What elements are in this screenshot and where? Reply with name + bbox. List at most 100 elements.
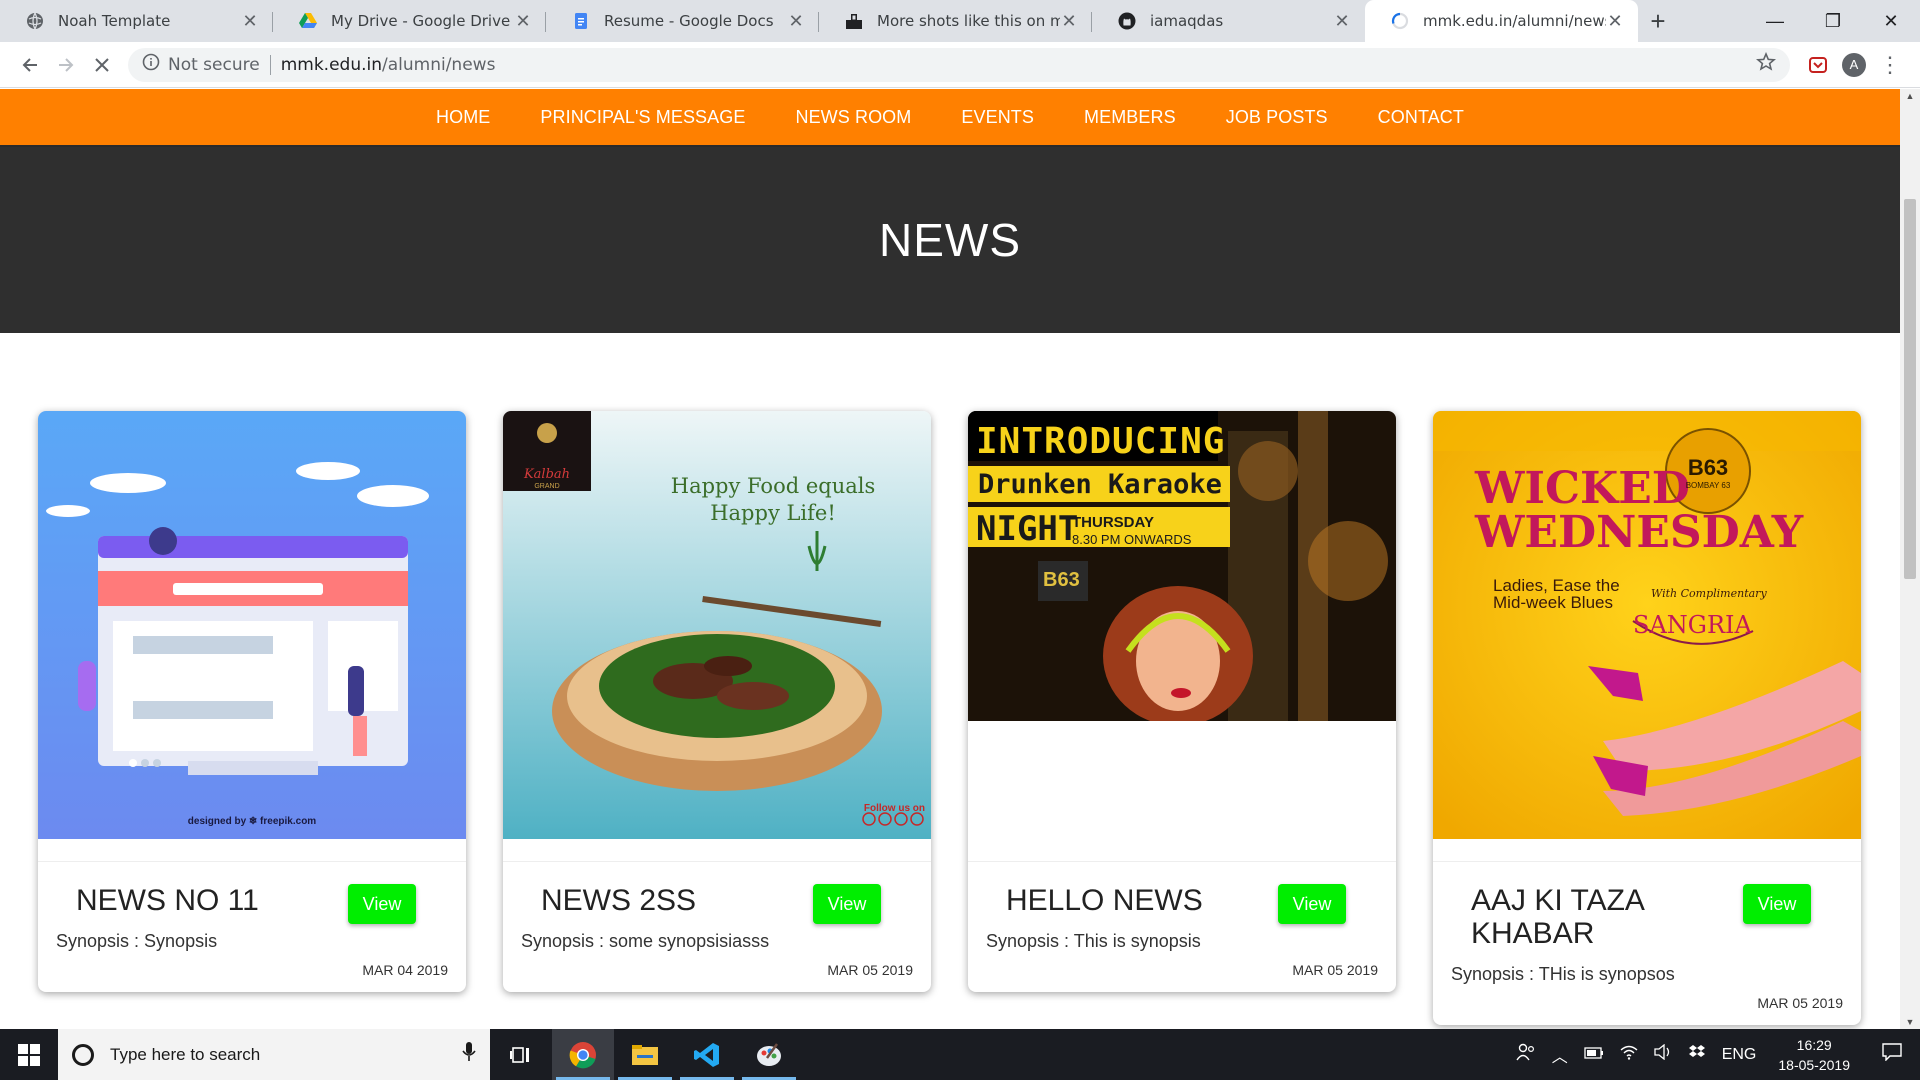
brand-name: Kalbah <box>523 467 571 482</box>
scroll-down-icon[interactable]: ▼ <box>1900 1017 1920 1027</box>
dropbox-icon[interactable] <box>1680 1044 1714 1065</box>
url-host: mmk.edu.in <box>280 54 382 75</box>
tab-github[interactable]: iamaqdas ✕ <box>1092 0 1365 42</box>
profile-initial: A <box>1842 52 1866 77</box>
close-icon[interactable]: ✕ <box>1606 11 1624 32</box>
url-path: /alumni/news <box>382 54 496 75</box>
pocket-extension-icon[interactable] <box>1800 47 1836 83</box>
card-title: NEWS NO 11 <box>76 884 259 917</box>
poster-line-3: NIGHT <box>976 509 1079 549</box>
news-card: INTRODUCING Drunken Karaoke NIGHT THURSD… <box>968 411 1396 992</box>
windows-start-icon[interactable] <box>0 1029 58 1080</box>
image-credit: designed by ❄ freepik.com <box>187 816 317 827</box>
view-button[interactable]: View <box>813 884 881 924</box>
tab-google-docs[interactable]: Resume - Google Docs ✕ <box>546 0 819 42</box>
page-scrollbar[interactable]: ▲ ▼ <box>1900 89 1920 1029</box>
page-hero: NEWS <box>0 147 1900 333</box>
poster-headline: WICKED WEDNESDAY <box>1475 467 1803 555</box>
view-button[interactable]: View <box>348 884 416 924</box>
clock-date: 18-05-2019 <box>1778 1056 1850 1073</box>
card-info: AAJ KI TAZA KHABAR View Synopsis : THis … <box>1433 862 1861 1025</box>
browser-toolbar: Not secure mmk.edu.in/alumni/news A ⋮ <box>0 42 1920 88</box>
tab-strip: Noah Template ✕ My Drive - Google Drive … <box>0 0 1920 42</box>
minimize-icon[interactable]: — <box>1746 0 1804 42</box>
scrollbar-thumb[interactable] <box>1904 199 1916 579</box>
dribbble-shot-icon <box>845 12 863 30</box>
card-title: NEWS 2SS <box>541 884 697 917</box>
back-arrow-icon[interactable] <box>12 47 48 83</box>
poster-tagline: Ladies, Ease the Mid-week Blues <box>1493 577 1620 611</box>
wifi-icon[interactable] <box>1612 1044 1646 1065</box>
chevron-up-icon[interactable]: ︿ <box>1544 1043 1576 1067</box>
card-info: HELLO NEWS View Synopsis : This is synop… <box>968 862 1396 992</box>
tab-title: Resume - Google Docs <box>604 12 774 30</box>
bombay63-sub: BOMBAY 63 <box>1685 481 1731 490</box>
tab-title: iamaqdas <box>1150 12 1224 30</box>
tab-google-drive[interactable]: My Drive - Google Drive ✕ <box>273 0 546 42</box>
nav-events[interactable]: EVENTS <box>961 107 1034 128</box>
nav-home[interactable]: HOME <box>436 107 490 128</box>
volume-icon[interactable] <box>1646 1043 1680 1065</box>
scroll-up-icon[interactable]: ▲ <box>1900 91 1920 101</box>
nav-principals-message[interactable]: PRINCIPAL'S MESSAGE <box>540 107 745 128</box>
nav-members[interactable]: MEMBERS <box>1084 107 1176 128</box>
vscode-icon[interactable] <box>676 1029 738 1080</box>
info-icon[interactable] <box>142 53 160 76</box>
close-icon[interactable]: ✕ <box>514 11 532 32</box>
nav-news-room[interactable]: NEWS ROOM <box>795 107 911 128</box>
taskbar-search[interactable]: Type here to search <box>58 1029 490 1080</box>
battery-icon[interactable] <box>1576 1046 1612 1064</box>
news-card: Kalbah GRAND Happy Food equals Happy Lif… <box>503 411 931 992</box>
address-bar[interactable]: Not secure mmk.edu.in/alumni/news <box>128 47 1790 82</box>
file-explorer-icon[interactable] <box>614 1029 676 1080</box>
notification-icon[interactable] <box>1864 1043 1920 1066</box>
tab-mmk-news[interactable]: mmk.edu.in/alumni/news ✕ <box>1365 0 1638 42</box>
card-synopsis: Synopsis : Synopsis <box>56 931 218 951</box>
tab-title: mmk.edu.in/alumni/news <box>1423 12 1606 30</box>
tab-noah-template[interactable]: Noah Template ✕ <box>0 0 273 42</box>
close-icon[interactable]: ✕ <box>1060 11 1078 32</box>
paint-icon[interactable] <box>738 1029 800 1080</box>
tab-more-shots[interactable]: More shots like this on my in ✕ <box>819 0 1092 42</box>
profile-avatar[interactable]: A <box>1836 47 1872 83</box>
tab-title: My Drive - Google Drive <box>331 12 511 30</box>
security-label[interactable]: Not secure <box>168 55 260 75</box>
card-title: AAJ KI TAZA KHABAR <box>1471 884 1644 950</box>
view-button[interactable]: View <box>1743 884 1811 924</box>
forward-arrow-icon[interactable] <box>48 47 84 83</box>
news-card: WICKED WEDNESDAY Ladies, Ease the Mid-we… <box>1433 411 1861 1025</box>
brand-sub: GRAND <box>534 483 560 490</box>
chrome-icon[interactable] <box>552 1029 614 1080</box>
poster-line-2: WEDNESDAY <box>1475 507 1804 558</box>
news-image-web-illustration: designed by ❄ freepik.com <box>38 411 466 839</box>
card-synopsis: Synopsis : This is synopsis <box>986 931 1201 951</box>
people-icon[interactable] <box>1508 1042 1544 1067</box>
stop-loading-icon[interactable] <box>84 47 120 83</box>
nav-job-posts[interactable]: JOB POSTS <box>1226 107 1328 128</box>
poster-tag-2: Mid-week Blues <box>1493 593 1613 612</box>
clock[interactable]: 16:29 18-05-2019 <box>1764 1035 1864 1075</box>
page-title: NEWS <box>879 214 1021 266</box>
close-icon[interactable]: ✕ <box>241 11 259 32</box>
microphone-icon[interactable] <box>462 1042 476 1067</box>
bombay63-logo: B63 <box>1687 455 1729 480</box>
close-window-icon[interactable]: ✕ <box>1862 0 1920 42</box>
nav-contact[interactable]: CONTACT <box>1378 107 1464 128</box>
news-image-karaoke-poster: INTRODUCING Drunken Karaoke NIGHT THURSD… <box>968 411 1396 721</box>
loading-spinner-icon <box>1391 12 1409 30</box>
poster-line-1: WICKED <box>1475 463 1690 514</box>
close-icon[interactable]: ✕ <box>1333 11 1351 32</box>
bookmark-star-icon[interactable] <box>1755 51 1777 77</box>
new-tab-button[interactable]: + <box>1638 0 1678 42</box>
poster-line-1: INTRODUCING <box>976 421 1226 462</box>
restore-icon[interactable]: ❐ <box>1804 0 1862 42</box>
card-info: NEWS NO 11 View Synopsis : Synopsis MAR … <box>38 862 466 992</box>
view-button[interactable]: View <box>1278 884 1346 924</box>
task-view-icon[interactable] <box>490 1029 552 1080</box>
close-icon[interactable]: ✕ <box>787 11 805 32</box>
menu-dots-icon[interactable]: ⋮ <box>1872 47 1908 83</box>
language-indicator[interactable]: ENG <box>1714 1046 1765 1064</box>
poster-drink: SANGRIA <box>1633 611 1752 639</box>
page-viewport: HOME PRINCIPAL'S MESSAGE NEWS ROOM EVENT… <box>0 89 1900 1029</box>
card-info: NEWS 2SS View Synopsis : some synopsisia… <box>503 862 931 992</box>
